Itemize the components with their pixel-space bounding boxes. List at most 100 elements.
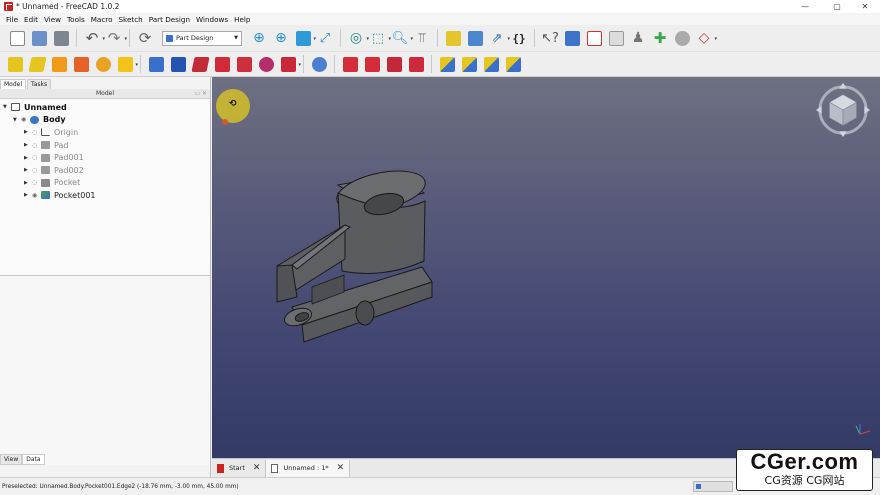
- maximize-button[interactable]: ▢: [822, 0, 852, 13]
- fit-all-button[interactable]: ⊕: [250, 29, 268, 47]
- datum-plane-button[interactable]: ◇ ▾: [695, 29, 717, 47]
- visibility-eye-icon[interactable]: ◉: [21, 116, 30, 123]
- workbench-selector[interactable]: Part Design ▼: [162, 30, 242, 46]
- hole-button[interactable]: [169, 55, 187, 73]
- tree-item-pocket[interactable]: ▶ ◌ Pocket: [0, 177, 210, 190]
- polar-pattern-button[interactable]: [482, 55, 500, 73]
- fit-selection-button[interactable]: ⊕: [272, 29, 290, 47]
- subtractive-pipe-button[interactable]: [235, 55, 253, 73]
- subtractive-primitive-button[interactable]: ▾: [279, 55, 301, 73]
- mirrored-button[interactable]: [438, 55, 456, 73]
- tab-start[interactable]: Start ✕: [212, 459, 267, 477]
- create-group-button[interactable]: [466, 29, 484, 47]
- expand-arrow-icon[interactable]: ▶: [24, 167, 32, 173]
- clone-button[interactable]: ♟: [629, 29, 647, 47]
- groove-button[interactable]: [190, 55, 210, 73]
- close-icon[interactable]: ✕: [253, 463, 261, 473]
- visibility-eye-icon[interactable]: ◌: [32, 129, 41, 136]
- redo-button[interactable]: ↷ ▾: [105, 29, 127, 47]
- menu-help[interactable]: Help: [232, 15, 254, 24]
- draw-style-button[interactable]: ◎ ▾: [347, 29, 369, 47]
- multi-transform-button[interactable]: [504, 55, 522, 73]
- visibility-eye-icon[interactable]: ◌: [32, 154, 41, 161]
- expand-arrow-icon[interactable]: ▶: [24, 155, 32, 161]
- expand-arrow-icon[interactable]: ▶: [24, 142, 32, 148]
- tab-tasks[interactable]: Tasks: [27, 79, 52, 89]
- undo-button[interactable]: ↶ ▾: [83, 29, 105, 47]
- expand-arrow-icon[interactable]: ▶: [24, 192, 32, 198]
- selection-filter-button[interactable]: ⬚ ▾: [369, 29, 391, 47]
- close-button[interactable]: ✕: [850, 0, 880, 13]
- menu-view[interactable]: View: [42, 15, 65, 24]
- save-button[interactable]: [52, 29, 70, 47]
- subtractive-pipe-icon: [236, 56, 252, 72]
- subtractive-loft-button[interactable]: [213, 55, 231, 73]
- additive-helix-button[interactable]: [94, 55, 112, 73]
- additive-loft-button[interactable]: [50, 55, 68, 73]
- thickness-button[interactable]: [407, 55, 425, 73]
- refresh-button[interactable]: ⟳: [136, 29, 154, 47]
- draw-style-icon: ◎: [349, 30, 363, 46]
- visibility-eye-icon[interactable]: ◌: [32, 179, 41, 186]
- visibility-eye-icon[interactable]: ◌: [32, 167, 41, 174]
- shape-binder-button[interactable]: ✚: [651, 29, 669, 47]
- variable-set-button[interactable]: {}: [510, 29, 528, 47]
- tab-data[interactable]: Data: [22, 453, 45, 465]
- revolution-button[interactable]: [27, 55, 47, 73]
- new-document-button[interactable]: [8, 29, 26, 47]
- 3d-view[interactable]: ⟲: [212, 77, 880, 458]
- tab-view[interactable]: View: [0, 453, 23, 465]
- menu-file[interactable]: File: [4, 15, 22, 24]
- visibility-eye-icon[interactable]: ◉: [32, 192, 41, 199]
- linear-pattern-button[interactable]: [460, 55, 478, 73]
- draft-button[interactable]: [385, 55, 403, 73]
- tab-unnamed[interactable]: Unnamed : 1* ✕: [266, 459, 351, 477]
- tree-item-pad001[interactable]: ▶ ◌ Pad001: [0, 151, 210, 164]
- subshape-binder-button[interactable]: [673, 29, 691, 47]
- panel-float-close-icons[interactable]: ▭ ✕: [194, 89, 207, 99]
- navigation-cube[interactable]: [814, 81, 872, 139]
- additive-primitive-button[interactable]: ▾: [116, 55, 138, 73]
- minimize-button[interactable]: —: [790, 0, 820, 13]
- zoom-button[interactable]: 🔍︎ ▾: [391, 29, 413, 47]
- link-button[interactable]: ⇗ ▾: [488, 29, 510, 47]
- expand-arrow-icon[interactable]: ▼: [3, 104, 11, 110]
- subtractive-helix-button[interactable]: [257, 55, 275, 73]
- pocket-button[interactable]: [147, 55, 165, 73]
- chamfer-button[interactable]: [363, 55, 381, 73]
- expand-arrow-icon[interactable]: ▶: [24, 180, 32, 186]
- navigation-style-button[interactable]: [693, 481, 733, 492]
- menu-edit[interactable]: Edit: [22, 15, 42, 24]
- visibility-eye-icon[interactable]: ◌: [32, 142, 41, 149]
- additive-pipe-button[interactable]: [72, 55, 90, 73]
- menu-part-design[interactable]: Part Design: [147, 15, 194, 24]
- standard-views-button[interactable]: ▾: [294, 29, 316, 47]
- measure-button[interactable]: ⤢: [316, 29, 334, 47]
- tree-item-origin[interactable]: ▶ ◌ Origin: [0, 126, 210, 139]
- create-body-button[interactable]: [563, 29, 581, 47]
- menu-macro[interactable]: Macro: [89, 15, 117, 24]
- whats-this-button[interactable]: ↖?: [541, 29, 559, 47]
- expand-arrow-icon[interactable]: ▼: [13, 117, 21, 123]
- tree-item-pocket001[interactable]: ▶ ◉ Pocket001: [0, 189, 210, 202]
- fillet-button[interactable]: [341, 55, 359, 73]
- linear-pattern-icon: [461, 56, 477, 72]
- create-part-button[interactable]: [444, 29, 462, 47]
- measure-distance-button[interactable]: ⫪: [413, 29, 431, 47]
- tree-item-pad002[interactable]: ▶ ◌ Pad002: [0, 164, 210, 177]
- tab-model[interactable]: Model: [0, 79, 27, 89]
- create-sketch-button[interactable]: [585, 29, 603, 47]
- close-icon[interactable]: ✕: [337, 463, 345, 473]
- tree-item-body[interactable]: ▼ ◉ Body: [0, 114, 210, 127]
- boolean-button[interactable]: [310, 55, 328, 73]
- menu-windows[interactable]: Windows: [194, 15, 232, 24]
- tree-item-pad[interactable]: ▶ ◌ Pad: [0, 139, 210, 152]
- menu-tools[interactable]: Tools: [65, 15, 89, 24]
- menu-sketch[interactable]: Sketch: [117, 15, 147, 24]
- expand-arrow-icon[interactable]: ▶: [24, 129, 32, 135]
- tree-item-unnamed[interactable]: ▼ Unnamed: [0, 101, 210, 114]
- open-button[interactable]: [30, 29, 48, 47]
- pad-button[interactable]: [6, 55, 24, 73]
- part-model[interactable]: [272, 167, 472, 367]
- validate-sketch-button[interactable]: [607, 29, 625, 47]
